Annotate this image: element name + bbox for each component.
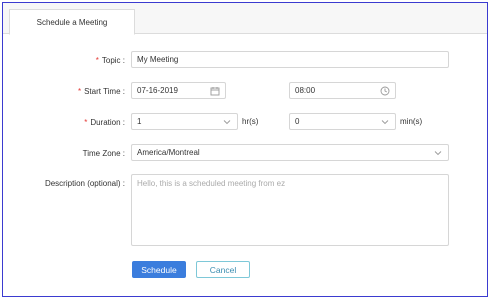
description-textarea[interactable] xyxy=(131,174,449,246)
duration-label: * Duration : xyxy=(84,118,125,127)
chevron-down-icon xyxy=(434,151,442,156)
tab-schedule-meeting[interactable]: Schedule a Meeting xyxy=(9,9,135,35)
meeting-dialog: Schedule a Meeting * Topic : My Meeting *… xyxy=(2,2,488,297)
cancel-button[interactable]: Cancel xyxy=(196,261,250,278)
clock-icon[interactable] xyxy=(380,86,390,96)
chevron-down-icon xyxy=(223,120,231,125)
start-time-input[interactable]: 08:00 xyxy=(289,82,396,99)
time-zone-label: Time Zone : xyxy=(82,149,125,158)
minutes-unit: min(s) xyxy=(400,117,423,126)
schedule-button[interactable]: Schedule xyxy=(132,261,186,278)
topic-input[interactable]: My Meeting xyxy=(131,51,449,68)
time-zone-select[interactable]: America/Montreal xyxy=(131,144,449,161)
tab-label: Schedule a Meeting xyxy=(36,17,108,27)
calendar-icon[interactable] xyxy=(210,86,220,96)
description-label: Description (optional) : xyxy=(44,179,125,188)
start-time-label: * Start Time : xyxy=(77,87,125,96)
start-date-input[interactable]: 07-16-2019 xyxy=(131,82,226,99)
chevron-down-icon xyxy=(381,120,389,125)
topic-label: * Topic : xyxy=(95,56,125,65)
duration-minutes-select[interactable]: 0 xyxy=(289,113,396,130)
tab-bar: Schedule a Meeting xyxy=(3,3,487,35)
duration-hours-select[interactable]: 1 xyxy=(131,113,238,130)
hours-unit: hr(s) xyxy=(242,117,259,126)
